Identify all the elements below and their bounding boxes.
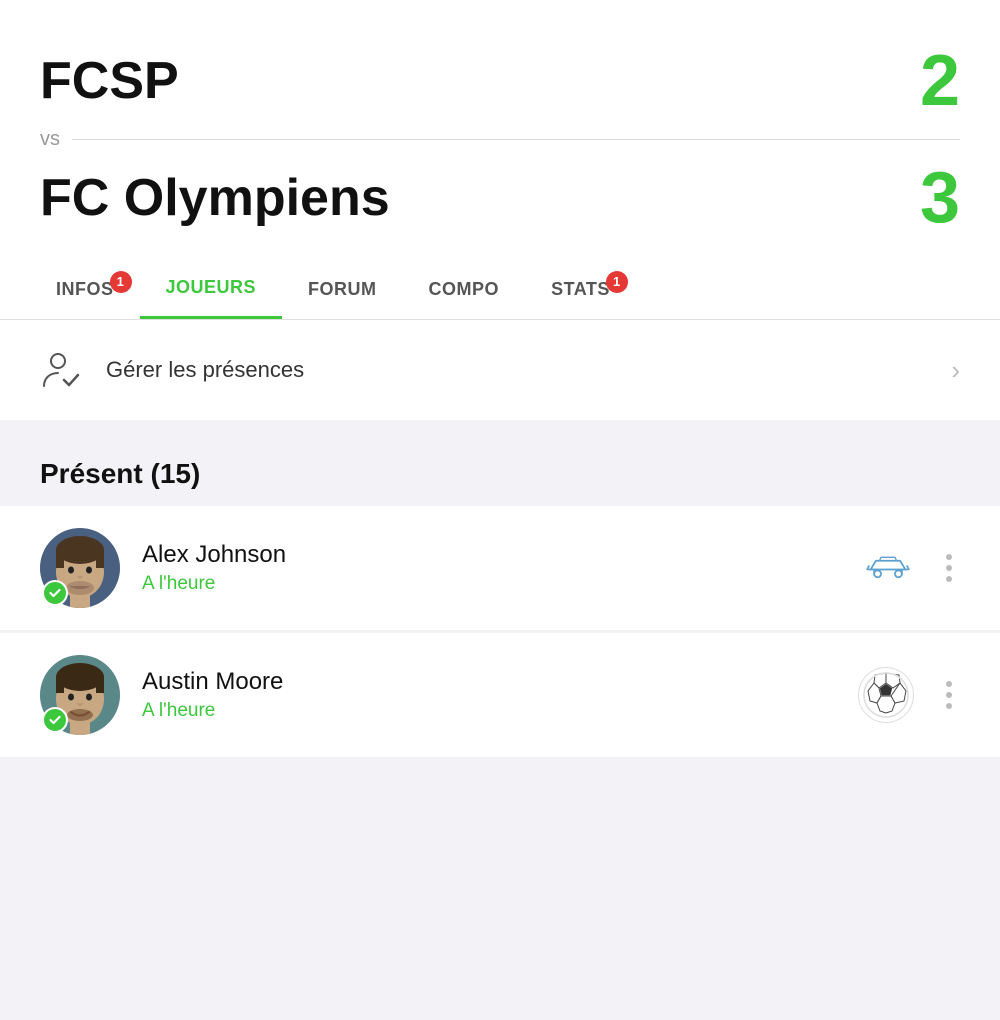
vs-divider <box>72 139 960 140</box>
austin-avatar-container <box>40 655 120 735</box>
player-item: Austin Moore A l'heure <box>0 633 1000 758</box>
content-area: Gérer les présences › Présent (15) <box>0 320 1000 1020</box>
team1-score: 2 <box>920 40 960 122</box>
player-item: Alex Johnson A l'heure <box>0 506 1000 631</box>
austin-status-badge <box>42 707 68 733</box>
team2-name: FC Olympiens <box>40 168 390 228</box>
more-dot <box>946 692 952 698</box>
score-section: FCSP 2 vs FC Olympiens 3 <box>0 0 1000 259</box>
austin-name: Austin Moore <box>142 668 858 696</box>
tab-joueurs[interactable]: JOUEURS <box>140 259 283 319</box>
vs-label: vs <box>40 128 60 151</box>
alex-info: Alex Johnson A l'heure <box>142 541 862 595</box>
alex-name: Alex Johnson <box>142 541 862 569</box>
tab-compo[interactable]: COMPO <box>403 261 526 318</box>
austin-info: Austin Moore A l'heure <box>142 668 858 722</box>
team1-row: FCSP 2 <box>40 40 960 122</box>
present-title: Présent (15) <box>40 458 200 489</box>
more-dot <box>946 703 952 709</box>
vs-row: vs <box>40 128 960 151</box>
tabs-container: INFOS 1 JOUEURS FORUM COMPO STATS 1 <box>30 259 970 319</box>
infos-badge: 1 <box>110 271 132 293</box>
manage-icon <box>40 348 84 392</box>
present-section-header: Présent (15) <box>0 430 1000 506</box>
alex-more-button[interactable] <box>938 546 960 590</box>
tab-stats[interactable]: STATS 1 <box>525 261 636 318</box>
more-dot <box>946 554 952 560</box>
tab-infos[interactable]: INFOS 1 <box>30 261 140 318</box>
chevron-right-icon: › <box>951 355 960 386</box>
austin-status: A l'heure <box>142 700 858 722</box>
tabs-bar: INFOS 1 JOUEURS FORUM COMPO STATS 1 <box>0 259 1000 320</box>
alex-status: A l'heure <box>142 573 862 595</box>
alex-status-badge <box>42 580 68 606</box>
team2-row: FC Olympiens 3 <box>40 157 960 239</box>
more-dot <box>946 565 952 571</box>
player-list: Alex Johnson A l'heure <box>0 506 1000 758</box>
team1-name: FCSP <box>40 51 179 111</box>
manage-presences-row[interactable]: Gérer les présences › <box>0 320 1000 420</box>
more-dot <box>946 576 952 582</box>
more-dot <box>946 681 952 687</box>
tab-forum[interactable]: FORUM <box>282 261 403 318</box>
austin-more-button[interactable] <box>938 673 960 717</box>
alex-avatar-container <box>40 528 120 608</box>
team2-score: 3 <box>920 157 960 239</box>
alex-car-icon <box>862 548 914 589</box>
stats-badge: 1 <box>606 271 628 293</box>
manage-label: Gérer les présences <box>106 357 951 383</box>
austin-ball-icon <box>858 667 914 723</box>
